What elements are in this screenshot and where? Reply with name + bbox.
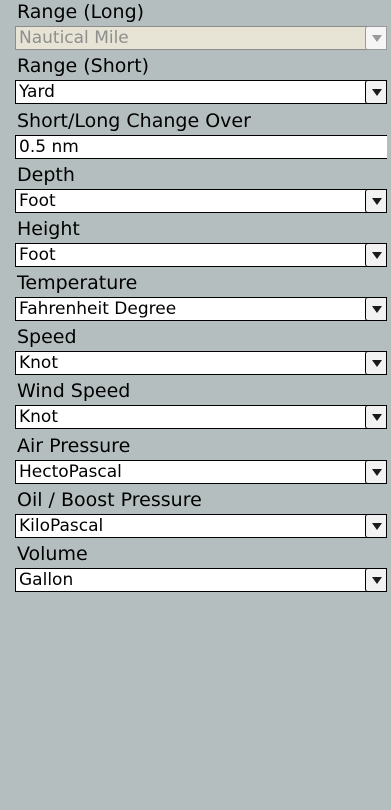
chevron-down-icon xyxy=(372,523,382,530)
wind-speed-select[interactable]: Knot xyxy=(15,405,387,429)
volume-label: Volume xyxy=(17,543,88,565)
oil-boost-pressure-label: Oil / Boost Pressure xyxy=(17,489,202,511)
speed-dropdown-button[interactable] xyxy=(365,351,387,375)
temperature-dropdown-button[interactable] xyxy=(365,297,387,321)
chevron-down-icon xyxy=(372,35,382,42)
range-short-dropdown-button[interactable] xyxy=(365,80,387,104)
depth-dropdown-button[interactable] xyxy=(365,189,387,213)
range-long-dropdown-button[interactable] xyxy=(365,26,387,50)
temperature-select[interactable]: Fahrenheit Degree xyxy=(15,297,387,321)
wind-speed-value: Knot xyxy=(19,407,58,427)
volume-value: Gallon xyxy=(19,570,74,590)
volume-dropdown-button[interactable] xyxy=(365,568,387,592)
height-value: Foot xyxy=(19,245,56,265)
speed-value: Knot xyxy=(19,353,58,373)
range-long-label: Range (Long) xyxy=(17,1,145,23)
range-short-label: Range (Short) xyxy=(17,55,150,77)
chevron-down-icon xyxy=(372,469,382,476)
oil-boost-pressure-value: KiloPascal xyxy=(19,516,104,536)
speed-select[interactable]: Knot xyxy=(15,351,387,375)
air-pressure-select[interactable]: HectoPascal xyxy=(15,460,387,484)
volume-select[interactable]: Gallon xyxy=(15,568,387,592)
chevron-down-icon xyxy=(372,414,382,421)
depth-select[interactable]: Foot xyxy=(15,189,387,213)
air-pressure-value: HectoPascal xyxy=(19,462,122,482)
chevron-down-icon xyxy=(372,198,382,205)
oil-boost-pressure-dropdown-button[interactable] xyxy=(365,514,387,538)
chevron-down-icon xyxy=(372,360,382,367)
chevron-down-icon xyxy=(372,306,382,313)
wind-speed-dropdown-button[interactable] xyxy=(365,405,387,429)
range-long-value: Nautical Mile xyxy=(19,28,129,48)
air-pressure-dropdown-button[interactable] xyxy=(365,460,387,484)
speed-label: Speed xyxy=(17,326,77,348)
depth-value: Foot xyxy=(19,191,56,211)
chevron-down-icon xyxy=(372,577,382,584)
short-long-change-over-input[interactable]: 0.5 nm xyxy=(15,135,387,159)
height-dropdown-button[interactable] xyxy=(365,243,387,267)
air-pressure-label: Air Pressure xyxy=(17,435,131,457)
wind-speed-label: Wind Speed xyxy=(17,380,131,402)
range-short-value: Yard xyxy=(19,82,55,102)
range-short-select[interactable]: Yard xyxy=(15,80,387,104)
oil-boost-pressure-select[interactable]: KiloPascal xyxy=(15,514,387,538)
chevron-down-icon xyxy=(372,252,382,259)
temperature-label: Temperature xyxy=(17,272,138,294)
chevron-down-icon xyxy=(372,89,382,96)
height-select[interactable]: Foot xyxy=(15,243,387,267)
range-long-select[interactable]: Nautical Mile xyxy=(15,26,387,50)
short-long-change-over-value: 0.5 nm xyxy=(19,137,79,157)
short-long-change-over-label: Short/Long Change Over xyxy=(17,110,251,132)
depth-label: Depth xyxy=(17,164,75,186)
temperature-value: Fahrenheit Degree xyxy=(19,299,177,319)
height-label: Height xyxy=(17,218,80,240)
